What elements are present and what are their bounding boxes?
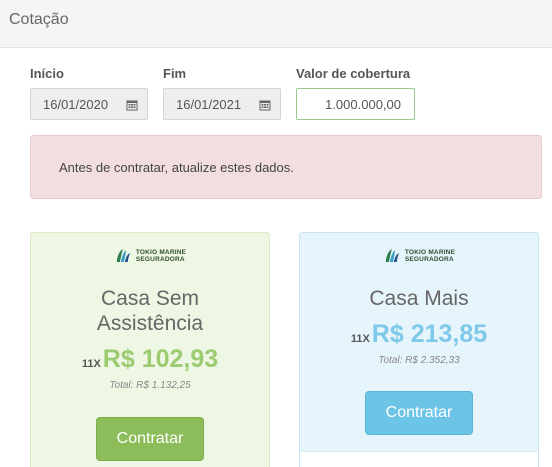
- installments-count: 11X: [81, 358, 101, 370]
- installment-price: R$ 102,93: [102, 345, 219, 373]
- plan-price-row: 11X R$ 213,85: [300, 320, 538, 349]
- alert-text: Antes de contratar, atualize estes dados…: [59, 160, 294, 175]
- insurer-logo: TOKIO MARINE SEGURADORA: [114, 247, 186, 265]
- contratar-button-label: Contratar: [385, 404, 453, 421]
- coverage-input[interactable]: 1.000.000,00: [296, 88, 415, 120]
- plan-total: Total: R$ 2.352,33: [378, 355, 460, 366]
- plan-price-row: 11X R$ 102,93: [31, 345, 269, 374]
- card-footer: [300, 451, 538, 467]
- update-data-alert: Antes de contratar, atualize estes dados…: [30, 135, 542, 199]
- calendar-icon[interactable]: [259, 99, 271, 111]
- start-date-label: Início: [30, 66, 64, 81]
- installment-price: R$ 213,85: [371, 320, 488, 348]
- start-date-value: 16/01/2020: [43, 97, 109, 112]
- end-date-input[interactable]: 16/01/2021: [163, 88, 281, 120]
- end-date-label: Fim: [163, 66, 187, 81]
- contratar-button[interactable]: Contratar: [96, 417, 204, 461]
- start-date-input[interactable]: 16/01/2020: [30, 88, 148, 120]
- logo-line-2: SEGURADORA: [135, 256, 185, 263]
- logo-line-2: SEGURADORA: [404, 256, 454, 263]
- installments-count: 11X: [350, 333, 370, 345]
- tokio-marine-logo-icon: [116, 249, 130, 262]
- plan-card-casa-sem-assistencia: TOKIO MARINE SEGURADORA Casa Sem Assistê…: [30, 232, 270, 467]
- contratar-button[interactable]: Contratar: [365, 391, 473, 435]
- page-title: Cotação: [9, 11, 69, 28]
- plan-card-casa-mais: TOKIO MARINE SEGURADORA Casa Mais 11X R$…: [299, 232, 539, 467]
- tokio-marine-logo-icon: [385, 249, 399, 262]
- contratar-button-label: Contratar: [116, 430, 184, 447]
- logo-line-1: TOKIO MARINE: [404, 249, 456, 256]
- page-header: Cotação: [0, 0, 552, 48]
- coverage-value: 1.000.000,00: [325, 97, 401, 112]
- calendar-icon[interactable]: [126, 99, 138, 111]
- end-date-value: 16/01/2021: [176, 97, 242, 112]
- plan-name: Casa Sem Assistência: [96, 287, 204, 335]
- logo-line-1: TOKIO MARINE: [135, 249, 187, 256]
- insurer-logo: TOKIO MARINE SEGURADORA: [383, 247, 455, 265]
- plan-name: Casa Mais: [369, 287, 469, 310]
- plan-total: Total: R$ 1.132,25: [109, 380, 191, 391]
- coverage-label: Valor de cobertura: [296, 66, 411, 81]
